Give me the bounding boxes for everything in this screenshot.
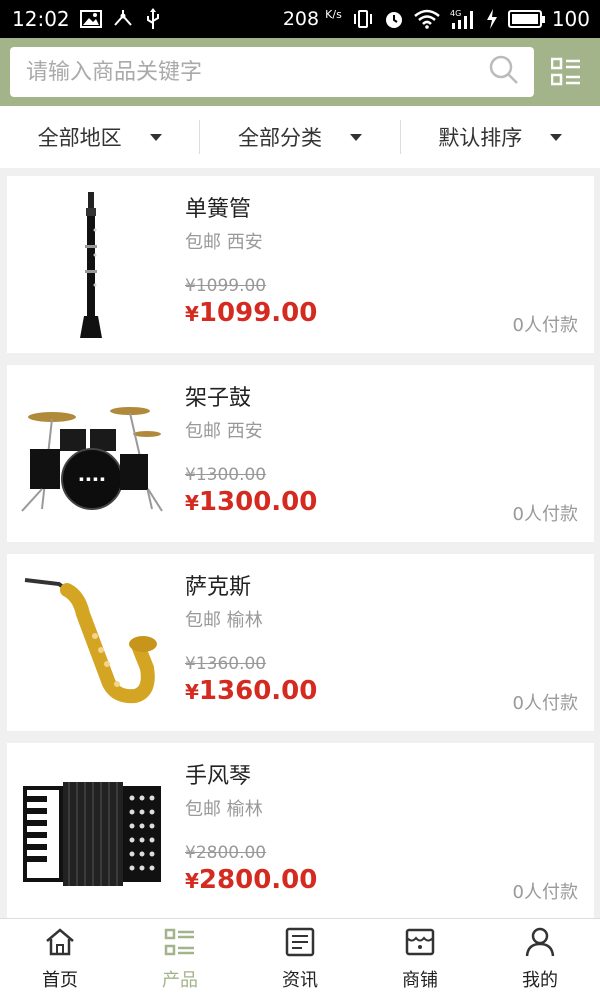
list-icon [164,927,196,962]
shop-icon [404,927,436,962]
nav-products-label: 产品 [162,970,198,991]
search-input[interactable] [26,59,446,85]
battery-level: 100 [551,7,590,31]
product-tags: 包邮 榆林 [185,610,263,631]
filter-category[interactable]: 全部分类 [199,120,399,154]
original-price: ¥1360.00 [185,654,267,674]
signal-icon: 4G [450,8,476,30]
caret-down-icon [349,133,362,141]
clarinet-image[interactable] [7,176,177,353]
filter-region[interactable]: 全部地区 [0,120,199,154]
nav-me-label: 我的 [522,970,558,991]
nav-products[interactable]: 产品 [120,919,240,1000]
image-icon [79,10,102,28]
original-price: ¥1099.00 [185,276,267,296]
product-list: 单簧管 包邮 西安 ¥1099.00 ¥1099.00 0人付款 ▪ ▪ ▪ ▪ [7,176,594,932]
product-name[interactable]: 架子鼓 [185,385,594,413]
network-speed: 208 K/s [282,8,342,30]
nav-news[interactable]: 资讯 [240,919,360,1000]
payment-count: 0人付款 [512,882,578,903]
nav-home-label: 首页 [42,970,78,991]
filter-bar: 全部地区 全部分类 默认排序 [0,106,600,168]
view-toggle-icon[interactable] [548,54,584,90]
product-card[interactable]: 手风琴 包邮 榆林 ¥2800.00 ¥2800.00 0人付款 [7,743,594,920]
search-header [0,38,600,106]
user-icon [524,927,556,962]
original-price: ¥2800.00 [185,843,267,863]
nav-home[interactable]: 首页 [0,919,120,1000]
news-icon [284,927,316,962]
search-icon[interactable] [488,54,520,90]
product-card[interactable]: 萨克斯 包邮 榆林 ¥1360.00 ¥1360.00 0人付款 [7,554,594,731]
usb-icon [144,8,162,30]
product-name[interactable]: 单簧管 [185,196,594,224]
product-card[interactable]: ▪ ▪ ▪ ▪ 架子鼓 包邮 西安 ¥1300.00 ¥1300.00 0人付款 [7,365,594,542]
filter-sort[interactable]: 默认排序 [399,120,600,154]
search-bar[interactable] [10,47,534,97]
product-name[interactable]: 手风琴 [185,763,594,791]
filter-region-label: 全部地区 [37,126,122,150]
filter-category-label: 全部分类 [237,126,322,150]
home-icon [44,927,76,962]
battery-icon [507,10,545,28]
wifi-icon [414,9,440,29]
accordion-image[interactable] [7,743,177,920]
nav-shop[interactable]: 商铺 [360,919,480,1000]
svg-text:4G: 4G [450,9,461,18]
share-icon [112,9,134,29]
product-tags: 包邮 西安 [185,421,263,442]
nav-news-label: 资讯 [282,970,318,991]
product-name[interactable]: 萨克斯 [185,574,594,602]
product-card[interactable]: 单簧管 包邮 西安 ¥1099.00 ¥1099.00 0人付款 [7,176,594,353]
svg-text:▪ ▪ ▪ ▪: ▪ ▪ ▪ ▪ [79,475,105,483]
original-price: ¥1300.00 [185,465,267,485]
bottom-nav: 首页 产品 资讯 商铺 我的 [0,918,600,1000]
status-bar: 12:02 208 K/s 4G 100 [0,0,600,38]
caret-down-icon [149,133,162,141]
charging-icon [486,9,498,29]
filter-sort-label: 默认排序 [438,126,523,150]
product-tags: 包邮 西安 [185,232,263,253]
caret-down-icon [550,133,563,141]
drum-kit-image[interactable]: ▪ ▪ ▪ ▪ [7,365,177,542]
alarm-icon [384,9,404,29]
nav-me[interactable]: 我的 [480,919,600,1000]
payment-count: 0人付款 [512,693,578,714]
vibrate-icon [352,9,374,29]
payment-count: 0人付款 [512,504,578,525]
saxophone-image[interactable] [7,554,177,731]
status-time: 12:02 [12,7,70,31]
nav-shop-label: 商铺 [402,970,438,991]
product-tags: 包邮 榆林 [185,799,263,820]
payment-count: 0人付款 [512,315,578,336]
